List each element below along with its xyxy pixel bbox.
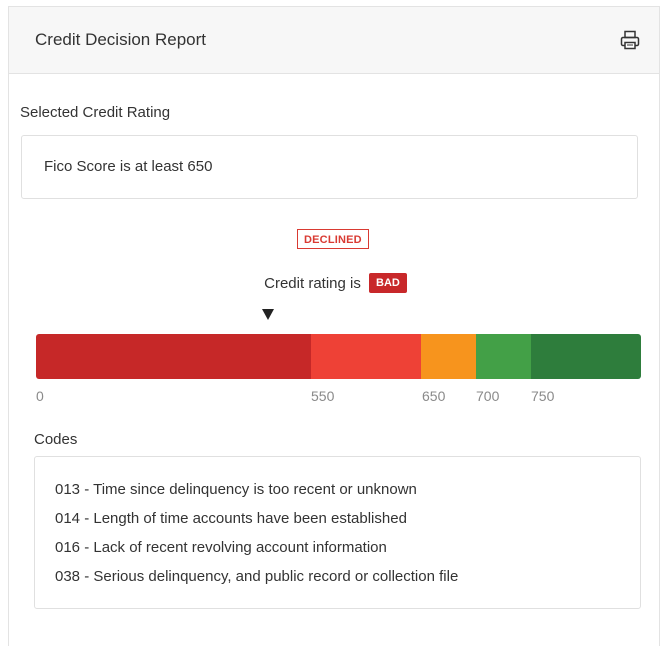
credit-rating-badge: BAD [369,273,407,294]
scale-tick-label: 750 [531,388,555,404]
report-header: Credit Decision Report [8,6,660,74]
codes-box: 013 - Time since delinquency is too rece… [34,456,641,609]
selected-rating-label: Selected Credit Rating [20,104,171,121]
printer-icon[interactable] [619,29,641,51]
scale-segment-fair [421,334,476,379]
selected-rating-box: Fico Score is at least 650 [21,135,638,199]
score-marker-icon [262,309,274,320]
scale-segment-poor [311,334,421,379]
code-item: 016 - Lack of recent revolving account i… [55,539,387,556]
scale-tick-label: 0 [36,388,44,404]
selected-rating-value: Fico Score is at least 650 [44,158,213,175]
scale-segment-bad [36,334,311,379]
code-item: 014 - Length of time accounts have been … [55,510,407,527]
credit-rating-line: Credit rating is BAD [0,272,661,296]
scale-tick-label: 650 [422,388,446,404]
scale-segment-excellent [531,334,641,379]
scale-tick-label: 550 [311,388,335,404]
code-item: 013 - Time since delinquency is too rece… [55,481,417,498]
credit-score-scale [36,334,641,379]
scale-segment-good [476,334,531,379]
decision-status-badge: DECLINED [297,229,369,249]
codes-label: Codes [34,431,78,448]
scale-tick-label: 700 [476,388,500,404]
credit-rating-prefix: Credit rating is [264,275,361,292]
report-title: Credit Decision Report [35,30,207,49]
code-item: 038 - Serious delinquency, and public re… [55,568,459,585]
